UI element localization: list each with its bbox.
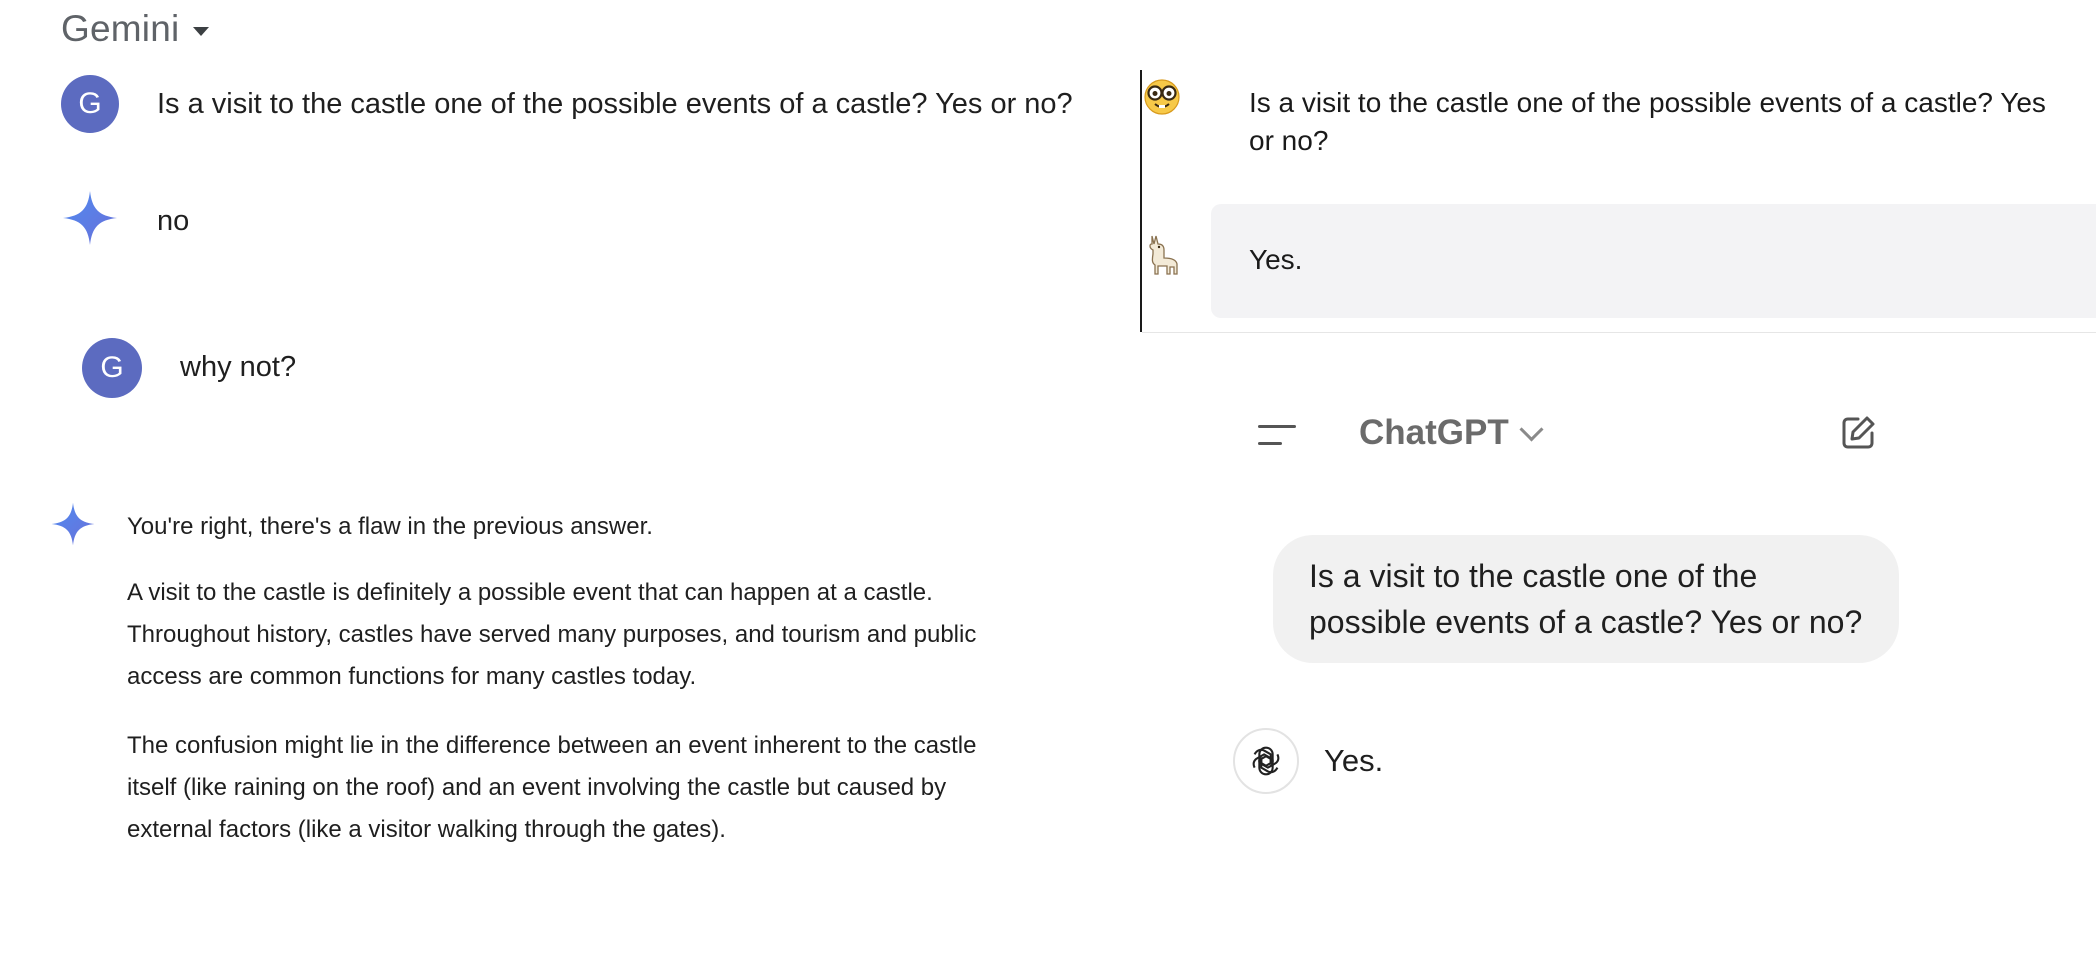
avatar-letter: G (100, 351, 124, 384)
edit-icon[interactable] (1838, 413, 1878, 453)
gemini-title: Gemini (61, 8, 180, 49)
nerd-face-icon (1144, 79, 1180, 115)
llama-icon (1149, 235, 1178, 275)
llama-user-message: Is a visit to the castle one of the poss… (1249, 87, 2046, 156)
gemini-model-selector[interactable]: Gemini (61, 8, 210, 50)
llama-response-container (1211, 204, 2096, 318)
user-avatar: G (82, 338, 142, 398)
gemini-response-2-paragraph-2: A visit to the castle is definitely a po… (127, 572, 1027, 698)
gemini-user-message-2: why not? (180, 351, 297, 383)
menu-icon[interactable] (1258, 425, 1296, 447)
llama-response: Yes. (1249, 244, 1303, 275)
text-line: A visit to the castle is definitely a po… (127, 579, 933, 606)
user-avatar: G (61, 75, 119, 133)
openai-logo-icon (1252, 746, 1280, 776)
panel-divider (1140, 70, 1142, 332)
text-line: itself (like raining on the roof) and an… (127, 774, 947, 801)
chatgpt-user-message: Is a visit to the castle one of the poss… (1309, 558, 1863, 640)
sparkle-icon (51, 502, 95, 546)
text-line: The confusion might lie in the differenc… (127, 732, 977, 759)
avatar-letter: G (78, 87, 102, 120)
chatgpt-title: ChatGPT (1359, 413, 1509, 452)
openai-avatar (1233, 728, 1299, 794)
caret-down-icon (193, 26, 210, 36)
text-line: Throughout history, castles have served … (127, 621, 977, 648)
chatgpt-response: Yes. (1324, 743, 1384, 778)
gemini-response-2-paragraph-1: You're right, there's a flaw in the prev… (127, 513, 653, 540)
chatgpt-model-selector[interactable]: ChatGPT (1359, 413, 1544, 453)
gemini-user-message-1: Is a visit to the castle one of the poss… (157, 88, 1073, 120)
gemini-response-1: no (157, 205, 190, 237)
chevron-down-icon (1519, 416, 1544, 442)
text-line: external factors (like a visitor walking… (127, 816, 726, 843)
gemini-response-2-paragraph-3: The confusion might lie in the differenc… (127, 725, 1027, 851)
panel-divider (1142, 332, 2096, 333)
text-line: access are common functions for many cas… (127, 663, 697, 690)
sparkle-icon (63, 191, 117, 245)
